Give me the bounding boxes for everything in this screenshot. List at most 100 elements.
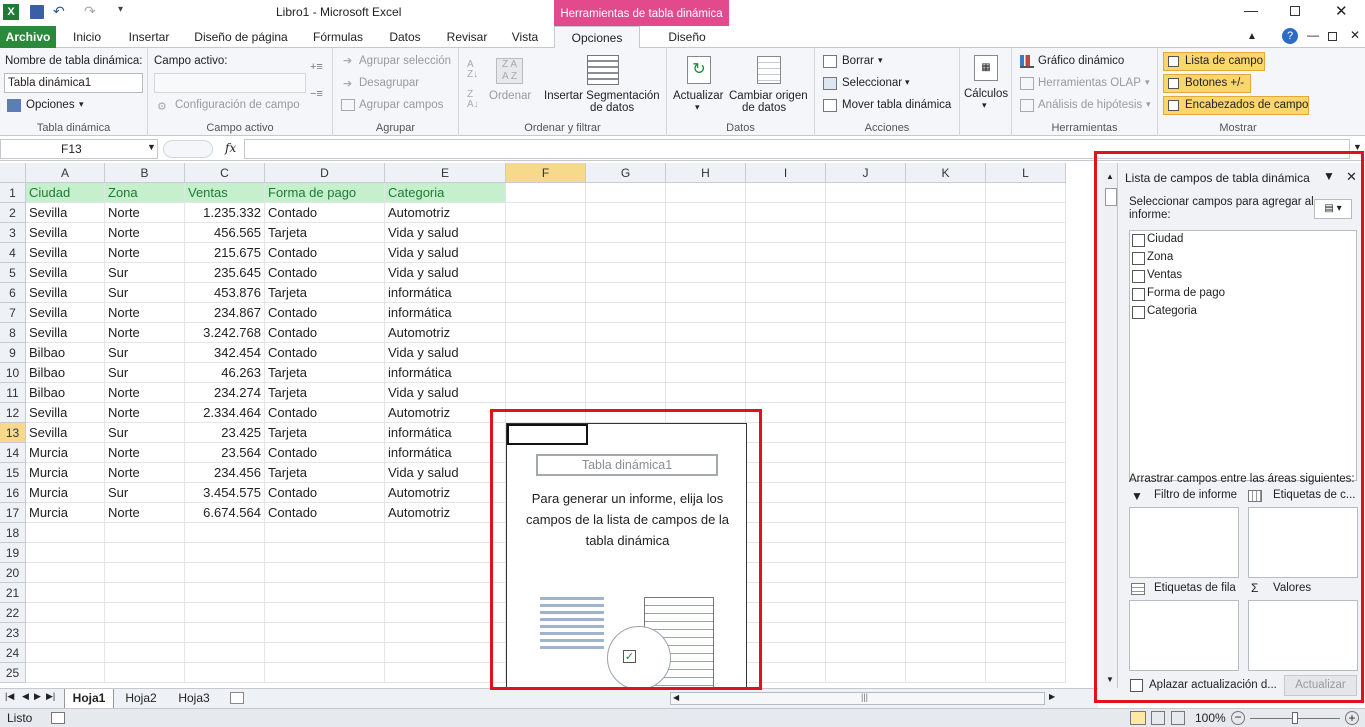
new-sheet-icon[interactable]	[230, 692, 244, 704]
clear-dropdown-icon[interactable]: ▾	[878, 55, 883, 66]
minimize-icon[interactable]: —	[1244, 2, 1258, 18]
scroll-left-icon[interactable]: ◀	[673, 693, 679, 702]
data-cell-ciudad[interactable]: Sevilla	[26, 223, 105, 243]
column-header-e[interactable]: E	[385, 163, 506, 183]
data-cell-forma-pago[interactable]: Contado	[265, 443, 385, 463]
empty-cell[interactable]	[185, 603, 265, 623]
empty-cell[interactable]	[906, 543, 986, 563]
empty-cell[interactable]	[826, 403, 906, 423]
empty-cell[interactable]	[826, 343, 906, 363]
redo-icon[interactable]: ↷	[84, 3, 96, 20]
row-header-10[interactable]: 10	[0, 363, 26, 383]
empty-cell[interactable]	[185, 583, 265, 603]
empty-cell[interactable]	[265, 623, 385, 643]
row-header-17[interactable]: 17	[0, 503, 26, 523]
empty-cell[interactable]	[986, 543, 1066, 563]
select-dropdown-icon[interactable]: ▾	[905, 77, 910, 88]
data-cell-zona[interactable]: Norte	[105, 463, 185, 483]
save-icon[interactable]	[30, 5, 44, 19]
empty-cell[interactable]	[586, 303, 666, 323]
data-cell-zona[interactable]: Sur	[105, 363, 185, 383]
column-header-l[interactable]: L	[986, 163, 1066, 183]
empty-cell[interactable]	[906, 403, 986, 423]
data-cell-ventas[interactable]: 234.274	[185, 383, 265, 403]
empty-cell[interactable]	[586, 343, 666, 363]
data-cell-ventas[interactable]: 215.675	[185, 243, 265, 263]
data-cell-ciudad[interactable]: Sevilla	[26, 423, 105, 443]
data-cell-ciudad[interactable]: Sevilla	[26, 323, 105, 343]
data-cell-categoria[interactable]: Automotriz	[385, 503, 506, 523]
empty-cell[interactable]	[906, 563, 986, 583]
empty-cell[interactable]	[586, 243, 666, 263]
empty-cell[interactable]	[385, 523, 506, 543]
empty-cell[interactable]	[746, 363, 826, 383]
row-header-22[interactable]: 22	[0, 603, 26, 623]
data-cell-ventas[interactable]: 234.456	[185, 463, 265, 483]
empty-cell[interactable]	[385, 543, 506, 563]
empty-cell[interactable]	[105, 543, 185, 563]
empty-cell[interactable]	[105, 583, 185, 603]
olap-button[interactable]: Herramientas OLAP	[1038, 77, 1141, 89]
clear-button[interactable]: Borrar	[842, 55, 874, 67]
empty-cell[interactable]	[746, 403, 826, 423]
empty-cell[interactable]	[906, 183, 986, 203]
data-cell-ventas[interactable]: 453.876	[185, 283, 265, 303]
field-checkbox[interactable]	[1132, 252, 1145, 265]
empty-cell[interactable]	[666, 343, 746, 363]
empty-cell[interactable]	[666, 223, 746, 243]
empty-cell[interactable]	[506, 343, 586, 363]
empty-cell[interactable]	[906, 663, 986, 683]
doc-minimize-icon[interactable]: —	[1307, 28, 1319, 42]
header-cell-ventas[interactable]: Ventas	[185, 183, 265, 203]
data-cell-zona[interactable]: Norte	[105, 403, 185, 423]
empty-cell[interactable]	[826, 303, 906, 323]
empty-cell[interactable]	[826, 643, 906, 663]
pane-scroll-down-icon[interactable]: ▼	[1106, 675, 1114, 684]
data-cell-forma-pago[interactable]: Tarjeta	[265, 423, 385, 443]
empty-cell[interactable]	[986, 643, 1066, 663]
column-header-b[interactable]: B	[105, 163, 185, 183]
data-cell-ciudad[interactable]: Murcia	[26, 443, 105, 463]
data-cell-ciudad[interactable]: Murcia	[26, 503, 105, 523]
empty-cell[interactable]	[666, 323, 746, 343]
data-cell-ciudad[interactable]: Sevilla	[26, 243, 105, 263]
macro-record-icon[interactable]	[51, 712, 65, 724]
field-checkbox[interactable]	[1132, 306, 1145, 319]
empty-cell[interactable]	[26, 523, 105, 543]
empty-cell[interactable]	[826, 243, 906, 263]
empty-cell[interactable]	[906, 623, 986, 643]
horizontal-scrollbar[interactable]: ◀ |||	[670, 692, 1045, 705]
data-cell-ventas[interactable]: 2.334.464	[185, 403, 265, 423]
field-config-button[interactable]: Configuración de campo	[175, 99, 300, 111]
data-cell-forma-pago[interactable]: Contado	[265, 303, 385, 323]
help-icon[interactable]: ?	[1282, 28, 1298, 44]
header-cell-ciudad[interactable]: Ciudad	[26, 183, 105, 203]
empty-cell[interactable]	[906, 203, 986, 223]
next-sheet-icon[interactable]: ▶	[34, 691, 41, 702]
function-icon[interactable]: fx	[225, 141, 236, 155]
empty-cell[interactable]	[746, 383, 826, 403]
empty-cell[interactable]	[906, 223, 986, 243]
data-cell-ventas[interactable]: 456.565	[185, 223, 265, 243]
data-cell-ciudad[interactable]: Sevilla	[26, 283, 105, 303]
empty-cell[interactable]	[506, 323, 586, 343]
tab-vista[interactable]: Vista	[503, 26, 547, 48]
empty-cell[interactable]	[265, 523, 385, 543]
data-cell-ciudad[interactable]: Bilbao	[26, 363, 105, 383]
tab-datos[interactable]: Datos	[380, 26, 430, 48]
empty-cell[interactable]	[185, 523, 265, 543]
data-cell-ventas[interactable]: 234.867	[185, 303, 265, 323]
empty-cell[interactable]	[105, 603, 185, 623]
empty-cell[interactable]	[906, 243, 986, 263]
empty-cell[interactable]	[986, 383, 1066, 403]
empty-cell[interactable]	[826, 583, 906, 603]
data-cell-forma-pago[interactable]: Contado	[265, 403, 385, 423]
row-labels-area[interactable]	[1129, 600, 1239, 671]
data-cell-forma-pago[interactable]: Tarjeta	[265, 223, 385, 243]
empty-cell[interactable]	[906, 343, 986, 363]
group-fields-button[interactable]: Agrupar campos	[359, 99, 443, 111]
empty-cell[interactable]	[105, 623, 185, 643]
field-checkbox[interactable]	[1132, 270, 1145, 283]
data-cell-ventas[interactable]: 3.454.575	[185, 483, 265, 503]
empty-cell[interactable]	[986, 403, 1066, 423]
